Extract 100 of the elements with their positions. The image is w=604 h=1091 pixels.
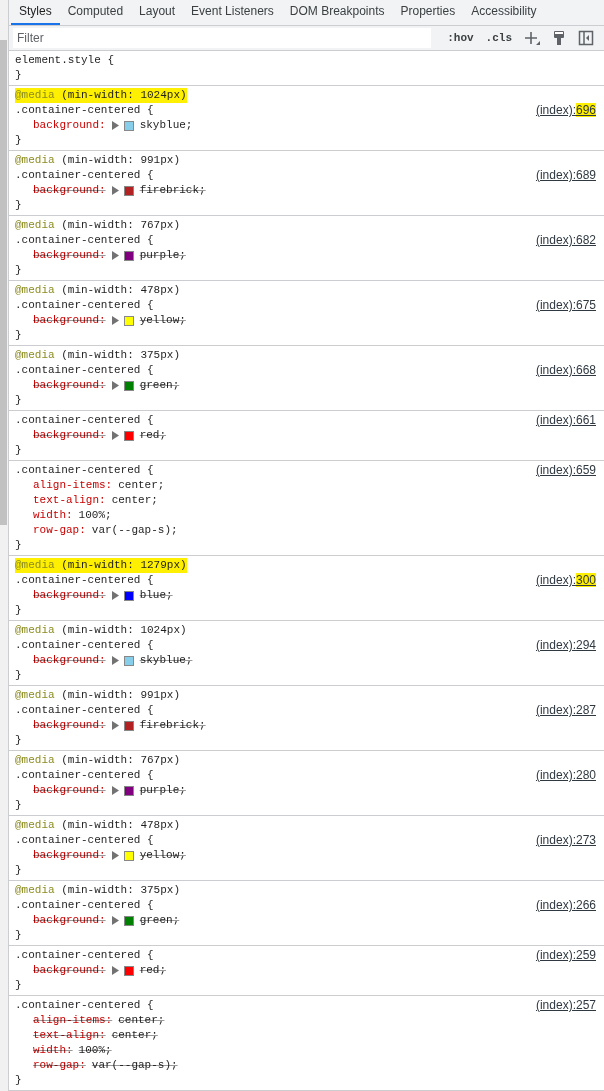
- tab[interactable]: Properties: [392, 0, 464, 25]
- source-link[interactable]: (index):689: [535, 168, 596, 183]
- property-value: center;: [111, 1028, 158, 1043]
- tab[interactable]: Computed: [59, 0, 132, 25]
- media-keyword: @media: [15, 349, 55, 361]
- property-name: background:: [33, 313, 106, 328]
- closing-brace: }: [15, 328, 23, 343]
- property-name: background:: [33, 783, 106, 798]
- property-value: skyblue;: [139, 118, 193, 133]
- property-name: row-gap:: [33, 1058, 86, 1073]
- selector: .container-centered {: [15, 233, 154, 248]
- selector: .container-centered {: [15, 168, 154, 183]
- media-keyword: @media: [15, 624, 55, 636]
- tab[interactable]: Layout: [131, 0, 184, 25]
- tab[interactable]: DOM Breakpoints: [281, 0, 393, 25]
- selector: .container-centered {: [15, 703, 154, 718]
- closing-brace: }: [15, 978, 23, 993]
- property-name: background:: [33, 248, 106, 263]
- media-keyword: @media: [15, 819, 55, 831]
- property-value: green;: [139, 913, 180, 928]
- closing-brace: }: [15, 263, 23, 278]
- selector: .container-centered {: [15, 898, 154, 913]
- selector: .container-centered {: [15, 638, 154, 653]
- property-value: skyblue;: [139, 653, 193, 668]
- property-name: align-items:: [33, 1013, 113, 1028]
- selector: .container-centered {: [15, 463, 154, 478]
- property-value: green;: [139, 378, 180, 393]
- property-name: background:: [33, 653, 106, 668]
- source-link[interactable]: (index):300: [535, 573, 596, 588]
- tab[interactable]: Styles: [11, 0, 60, 25]
- property-value: var(--gap-s);: [91, 523, 178, 538]
- media-query: (min-width: 375px): [61, 349, 181, 361]
- source-link[interactable]: (index):294: [535, 638, 596, 653]
- media-keyword: @media: [15, 154, 55, 166]
- property-name: background:: [33, 848, 106, 863]
- selector: element.style {: [15, 53, 115, 68]
- property-value: blue;: [139, 588, 173, 603]
- media-query: (min-width: 478px): [61, 284, 181, 296]
- source-link[interactable]: (index):273: [535, 833, 596, 848]
- property-value: 100%;: [78, 1043, 112, 1058]
- closing-brace: }: [15, 863, 23, 878]
- selector: .container-centered {: [15, 413, 154, 428]
- source-link[interactable]: (index):280: [535, 768, 596, 783]
- property-name: background:: [33, 913, 106, 928]
- property-value: purple;: [139, 248, 186, 263]
- closing-brace: }: [15, 668, 23, 683]
- property-name: background:: [33, 428, 106, 443]
- tab[interactable]: Event Listeners: [183, 0, 282, 25]
- tab[interactable]: Accessibility: [463, 0, 545, 25]
- property-name: text-align:: [33, 1028, 106, 1043]
- media-query: (min-width: 1279px): [61, 559, 187, 571]
- property-name: row-gap:: [33, 523, 86, 538]
- source-link[interactable]: (index):257: [535, 998, 596, 1013]
- selector: .container-centered {: [15, 768, 154, 783]
- property-name: width:: [33, 1043, 73, 1058]
- media-query: (min-width: 375px): [61, 884, 181, 896]
- media-keyword: @media: [15, 284, 55, 296]
- property-value: center;: [118, 1013, 165, 1028]
- source-link[interactable]: (index):259: [535, 948, 596, 963]
- closing-brace: }: [15, 198, 23, 213]
- closing-brace: }: [15, 798, 23, 813]
- media-keyword: @media: [15, 559, 55, 571]
- property-name: background:: [33, 718, 106, 733]
- source-link[interactable]: (index):266: [535, 898, 596, 913]
- media-query: (min-width: 991px): [61, 689, 181, 701]
- media-query: (min-width: 767px): [61, 754, 181, 766]
- selector: .container-centered {: [15, 363, 154, 378]
- property-name: width:: [33, 508, 73, 523]
- property-value: center;: [111, 493, 158, 508]
- property-name: background:: [33, 963, 106, 978]
- filter-field[interactable]: Filter: [13, 27, 432, 48]
- property-name: background:: [33, 588, 106, 603]
- toggle-button[interactable]: :hov: [447, 29, 474, 46]
- source-link[interactable]: (index):287: [535, 703, 596, 718]
- property-value: center;: [118, 478, 165, 493]
- closing-brace: }: [15, 443, 23, 458]
- property-name: text-align:: [33, 493, 106, 508]
- property-name: align-items:: [33, 478, 113, 493]
- source-link[interactable]: (index):659: [535, 463, 596, 478]
- selector: .container-centered {: [15, 103, 154, 118]
- source-link[interactable]: (index):668: [535, 363, 596, 378]
- source-link[interactable]: (index):675: [535, 298, 596, 313]
- selector: .container-centered {: [15, 998, 154, 1013]
- property-value: firebrick;: [139, 183, 206, 198]
- media-keyword: @media: [15, 219, 55, 231]
- property-value: var(--gap-s);: [91, 1058, 178, 1073]
- property-value: 100%;: [78, 508, 112, 523]
- source-link[interactable]: (index):696: [535, 103, 596, 118]
- property-value: firebrick;: [139, 718, 206, 733]
- closing-brace: }: [15, 1073, 23, 1088]
- property-name: background:: [33, 378, 106, 393]
- closing-brace: }: [15, 68, 23, 83]
- toggle-button[interactable]: .cls: [485, 29, 512, 46]
- property-name: background:: [33, 183, 106, 198]
- property-value: red;: [139, 963, 167, 978]
- closing-brace: }: [15, 393, 23, 408]
- source-link[interactable]: (index):682: [535, 233, 596, 248]
- source-link[interactable]: (index):661: [535, 413, 596, 428]
- selector: .container-centered {: [15, 948, 154, 963]
- closing-brace: }: [15, 603, 23, 618]
